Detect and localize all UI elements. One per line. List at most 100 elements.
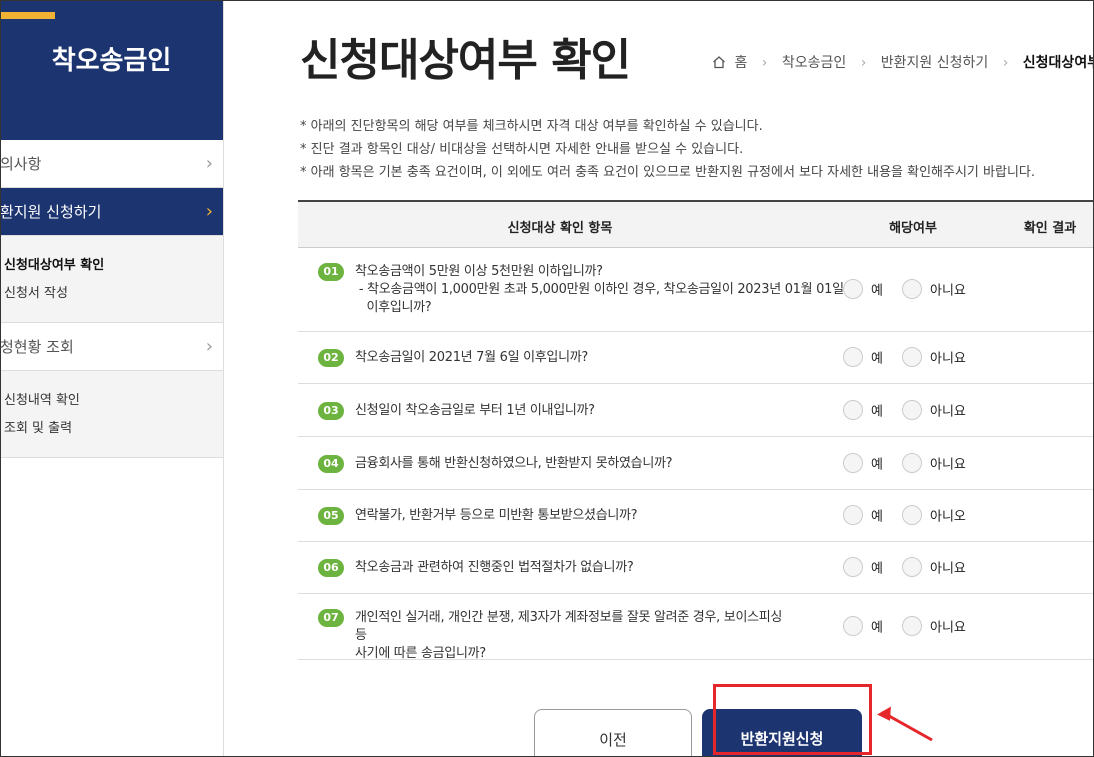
item-number-badge: 02 bbox=[318, 349, 344, 367]
yes-label: 예 bbox=[871, 561, 883, 577]
radio-no[interactable] bbox=[902, 505, 922, 525]
no-option[interactable]: 아니요 bbox=[902, 279, 966, 299]
sidebar-header: 착오송금인 bbox=[0, 0, 223, 140]
question-line: - 착오송금액이 1,000만원 초과 5,000만원 이하인 경우, 착오송금… bbox=[355, 282, 844, 297]
radio-yes[interactable] bbox=[843, 557, 863, 577]
prev-button[interactable]: 이전 bbox=[534, 709, 692, 757]
item-number-badge: 01 bbox=[318, 263, 344, 281]
yes-option[interactable]: 예 bbox=[843, 279, 883, 299]
sidebar-subitem-application-form[interactable]: 신청서 작성 bbox=[0, 280, 223, 308]
yes-label: 예 bbox=[871, 404, 883, 420]
table-row: 07 개인적인 실거래, 개인간 분쟁, 제3자가 계좌정보를 잘못 알려준 경우… bbox=[298, 594, 1094, 663]
radio-yes[interactable] bbox=[843, 453, 863, 473]
no-option[interactable]: 아니요 bbox=[902, 347, 966, 367]
question-line: 개인적인 실거래, 개인간 분쟁, 제3자가 계좌정보를 잘못 알려준 경우, … bbox=[355, 610, 783, 643]
yes-label: 예 bbox=[871, 457, 883, 473]
item-number-badge: 05 bbox=[318, 507, 344, 525]
radio-no[interactable] bbox=[902, 453, 922, 473]
no-option[interactable]: 아니요 bbox=[902, 557, 966, 577]
highlight-box bbox=[713, 684, 872, 755]
question-line: 사기에 따른 송금입니까? bbox=[355, 646, 486, 661]
question-line: 신청일이 착오송금일로 부터 1년 이내입니까? bbox=[355, 403, 595, 418]
accent-bar bbox=[0, 12, 55, 19]
no-label: 아니요 bbox=[930, 620, 966, 636]
question-text: 착오송금일이 2021년 7월 6일 이후입니까? bbox=[355, 349, 795, 367]
page-title: 신청대상여부 확인 bbox=[300, 35, 631, 86]
question-line: 착오송금액이 5만원 이상 5천만원 이하입니까? bbox=[355, 264, 603, 279]
question-line: 착오송금일이 2021년 7월 6일 이후입니까? bbox=[355, 350, 588, 365]
question-line: 금융회사를 통해 반환신청하였으나, 반환받지 못하였습니까? bbox=[355, 456, 673, 471]
home-icon[interactable] bbox=[712, 55, 726, 69]
radio-no[interactable] bbox=[902, 400, 922, 420]
radio-yes[interactable] bbox=[843, 400, 863, 420]
radio-no[interactable] bbox=[902, 557, 922, 577]
yes-option[interactable]: 예 bbox=[843, 400, 883, 420]
yes-label: 예 bbox=[871, 620, 883, 636]
sidebar-subitem-history[interactable]: 신청내역 확인 bbox=[0, 387, 223, 415]
question-text: 금융회사를 통해 반환신청하였으나, 반환받지 못하였습니까? bbox=[355, 455, 795, 473]
no-option[interactable]: 아니오 bbox=[902, 505, 966, 525]
table-row: 02 착오송금일이 2021년 7월 6일 이후입니까? 예 아니요 bbox=[298, 332, 1094, 384]
question-line: 착오송금과 관련하여 진행중인 법적절차가 없습니까? bbox=[355, 560, 634, 575]
sidebar-item-status[interactable]: 청현황 조회 › bbox=[0, 323, 223, 371]
table-header: 신청대상 확인 항목 해당여부 확인 결과 bbox=[298, 200, 1094, 248]
breadcrumb-separator: › bbox=[761, 55, 768, 71]
yes-option[interactable]: 예 bbox=[843, 557, 883, 577]
no-option[interactable]: 아니요 bbox=[902, 453, 966, 473]
question-text: 개인적인 실거래, 개인간 분쟁, 제3자가 계좌정보를 잘못 알려준 경우, … bbox=[355, 609, 795, 663]
yes-label: 예 bbox=[871, 509, 883, 525]
chevron-right-icon: › bbox=[205, 336, 213, 357]
item-number-badge: 04 bbox=[318, 455, 344, 473]
breadcrumb-current: 신청대상여부 확인 bbox=[1022, 55, 1094, 71]
question-text: 착오송금액이 5만원 이상 5천만원 이하입니까? - 착오송금액이 1,000… bbox=[355, 263, 844, 317]
sidebar-subitem-eligibility[interactable]: 신청대상여부 확인 bbox=[0, 252, 223, 280]
breadcrumb-home[interactable]: 홈 bbox=[734, 52, 747, 72]
breadcrumb-separator: › bbox=[860, 55, 867, 71]
breadcrumb-item[interactable]: 반환지원 신청하기 bbox=[881, 52, 989, 72]
yes-option[interactable]: 예 bbox=[843, 453, 883, 473]
yes-option[interactable]: 예 bbox=[843, 505, 883, 525]
no-label: 아니오 bbox=[930, 509, 966, 525]
radio-no[interactable] bbox=[902, 347, 922, 367]
table-row: 01 착오송금액이 5만원 이상 5천만원 이하입니까? - 착오송금액이 1,0… bbox=[298, 248, 1094, 332]
yes-label: 예 bbox=[871, 283, 883, 299]
notice-item: * 진단 결과 항목인 대상/ 비대상을 선택하시면 자세한 안내를 받으실 수… bbox=[300, 142, 744, 157]
radio-yes[interactable] bbox=[843, 279, 863, 299]
breadcrumb-item[interactable]: 착오송금인 bbox=[782, 52, 846, 72]
notice-item: * 아래 항목은 기본 충족 요건이며, 이 외에도 여러 충족 요건이 있으므… bbox=[300, 165, 1035, 180]
table-row: 05 연락불가, 반환거부 등으로 미반환 통보받으셨습니까? 예 아니오 bbox=[298, 490, 1094, 542]
column-header-item: 신청대상 확인 항목 bbox=[507, 221, 613, 236]
table-row: 04 금융회사를 통해 반환신청하였으나, 반환받지 못하였습니까? 예 아니요 bbox=[298, 437, 1094, 490]
question-text: 연락불가, 반환거부 등으로 미반환 통보받으셨습니까? bbox=[355, 507, 795, 525]
question-line: 이후입니까? bbox=[355, 300, 432, 315]
question-text: 착오송금과 관련하여 진행중인 법적절차가 없습니까? bbox=[355, 559, 795, 577]
radio-yes[interactable] bbox=[843, 505, 863, 525]
no-label: 아니요 bbox=[930, 457, 966, 473]
notice-item: * 아래의 진단항목의 해당 여부를 체크하시면 자격 대상 여부를 확인하실 … bbox=[300, 119, 763, 134]
chevron-right-icon: › bbox=[205, 153, 213, 174]
no-label: 아니요 bbox=[930, 561, 966, 577]
table-row: 06 착오송금과 관련하여 진행중인 법적절차가 없습니까? 예 아니요 bbox=[298, 542, 1094, 594]
item-number-badge: 07 bbox=[318, 609, 344, 627]
sidebar-submenu-status: 신청내역 확인 조회 및 출력 bbox=[0, 371, 223, 458]
radio-yes[interactable] bbox=[843, 616, 863, 636]
sidebar-subitem-print[interactable]: 조회 및 출력 bbox=[0, 415, 223, 443]
sidebar-item-label: 청현황 조회 bbox=[0, 338, 74, 356]
radio-yes[interactable] bbox=[843, 347, 863, 367]
breadcrumb: 홈 › 착오송금인 › 반환지원 신청하기 › 신청대상여부 확인 bbox=[712, 52, 1094, 72]
radio-no[interactable] bbox=[902, 279, 922, 299]
breadcrumb-separator: › bbox=[1002, 55, 1009, 71]
yes-option[interactable]: 예 bbox=[843, 347, 883, 367]
column-header-applicable: 해당여부 bbox=[889, 221, 937, 236]
radio-no[interactable] bbox=[902, 616, 922, 636]
sidebar-item-label: 환지원 신청하기 bbox=[0, 203, 102, 221]
yes-option[interactable]: 예 bbox=[843, 616, 883, 636]
no-option[interactable]: 아니요 bbox=[902, 616, 966, 636]
no-label: 아니요 bbox=[930, 404, 966, 420]
sidebar-item-notice[interactable]: 의사항 › bbox=[0, 140, 223, 188]
notice-list: * 아래의 진단항목의 해당 여부를 체크하시면 자격 대상 여부를 확인하실 … bbox=[300, 115, 1035, 184]
no-label: 아니요 bbox=[930, 351, 966, 367]
sidebar-item-apply[interactable]: 환지원 신청하기 › bbox=[0, 188, 223, 236]
no-option[interactable]: 아니요 bbox=[902, 400, 966, 420]
column-header-result: 확인 결과 bbox=[1023, 221, 1077, 236]
